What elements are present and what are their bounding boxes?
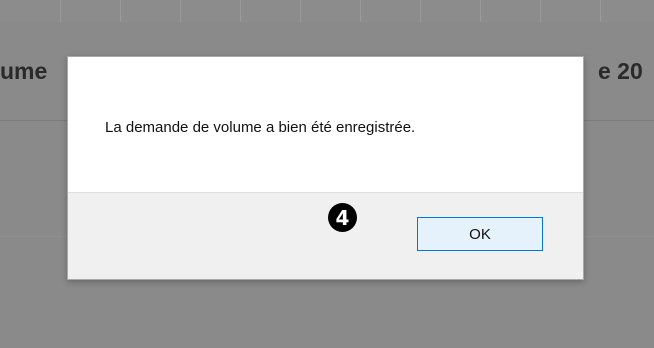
- screen: ume e 20 La demande de volume a bien été…: [0, 0, 654, 348]
- background-heading-right: e 20: [598, 58, 643, 84]
- step-number-badge: 4: [328, 203, 357, 232]
- ok-button[interactable]: OK: [417, 217, 543, 251]
- dialog-message: La demande de volume a bien été enregist…: [105, 119, 416, 136]
- background-table-grid: [0, 0, 654, 22]
- dialog-body: La demande de volume a bien été enregist…: [68, 57, 583, 192]
- confirmation-dialog: La demande de volume a bien été enregist…: [67, 56, 584, 280]
- dialog-footer: OK: [68, 192, 583, 279]
- background-heading-left: ume: [0, 58, 48, 84]
